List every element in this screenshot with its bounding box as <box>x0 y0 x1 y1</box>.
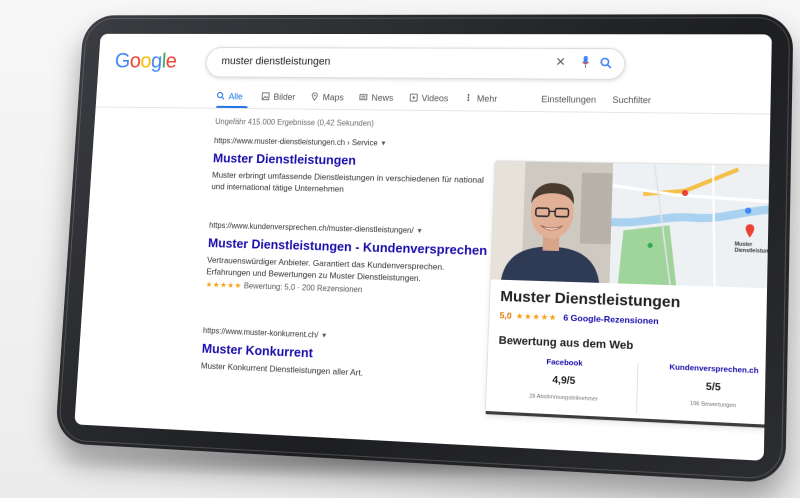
result-snippet: Muster erbringt umfassende Dienstleistun… <box>211 169 485 195</box>
tab-news[interactable]: News <box>359 92 394 103</box>
web-rating-score: 5/5 <box>705 381 721 394</box>
logo-letter: G <box>114 48 131 73</box>
news-icon <box>359 93 368 102</box>
header-divider <box>95 106 771 115</box>
business-photo[interactable] <box>490 161 614 284</box>
panel-bottom-bar <box>485 410 772 430</box>
tabs-spacer <box>513 93 525 104</box>
result-url-text: https://www.muster-dienstleistungen.ch ›… <box>213 136 378 148</box>
web-ratings-heading: Bewertung aus dem Web <box>498 334 634 353</box>
product-photo: Google muster dienstleistungen × Alle Bi… <box>0 0 800 498</box>
tab-label: Videos <box>421 92 449 103</box>
tab-label: News <box>371 92 394 103</box>
search-result: https://www.muster-dienstleistungen.ch ›… <box>211 136 493 198</box>
search-icon <box>216 92 225 101</box>
tab-maps[interactable]: Maps <box>310 91 344 102</box>
star-rating-icon: ★★★★★ <box>515 310 558 323</box>
search-box[interactable]: muster dienstleistungen × <box>204 47 626 80</box>
column-divider <box>636 362 639 414</box>
rating-value: 5,0 <box>499 310 512 321</box>
panel-title: Muster Dienstleistungen <box>500 287 681 312</box>
tab-mehr[interactable]: ⋮ Mehr <box>464 93 498 104</box>
panel-rating: 5,0 ★★★★★ 6 Google-Rezensionen <box>499 310 658 327</box>
search-result: https://www.kundenversprechen.ch/muster-… <box>205 221 489 298</box>
chevron-down-icon[interactable]: ▾ <box>417 226 421 235</box>
tab-label: Mehr <box>476 93 498 104</box>
search-icon[interactable] <box>600 57 613 69</box>
web-rating-kundenversprechen[interactable]: Kundenversprechen.ch 5/5 196 Bewertungen <box>644 361 772 411</box>
tab-alle[interactable]: Alle <box>216 91 246 102</box>
knowledge-panel: Muster Dienstleistungen Muster Dienstlei… <box>484 160 772 431</box>
web-rating-source: Facebook <box>546 357 583 368</box>
reviews-link[interactable]: 6 Google-Rezensionen <box>563 312 659 326</box>
tab-label: Maps <box>322 91 345 102</box>
tablet-frame: Google muster dienstleistungen × Alle Bi… <box>54 14 794 484</box>
web-rating-count: 28 Abstimmungsteilnehmer <box>529 393 598 403</box>
map-pin-icon <box>310 92 319 101</box>
tab-videos[interactable]: Videos <box>409 92 449 103</box>
result-stats: Ungefähr 415.000 Ergebnisse (0,42 Sekund… <box>214 117 375 128</box>
browser-screen: Google muster dienstleistungen × Alle Bi… <box>74 33 772 461</box>
settings-link[interactable]: Einstellungen <box>541 93 596 104</box>
more-icon: ⋮ <box>463 92 474 103</box>
chevron-down-icon[interactable]: ▾ <box>322 331 326 340</box>
tab-bilder[interactable]: Bilder <box>261 91 296 102</box>
map-graphic <box>609 163 772 290</box>
web-rating-score: 4,9/5 <box>552 374 576 388</box>
tab-label: Bilder <box>273 91 296 102</box>
search-result: https://www.muster-konkurrent.ch/▾ Muste… <box>201 326 486 384</box>
web-rating-source: Kundenversprechen.ch <box>669 362 759 376</box>
search-tabs: Alle Bilder Maps News Videos ⋮ Mehr Eins… <box>216 91 651 106</box>
web-rating-count: 196 Bewertungen <box>689 400 737 410</box>
clear-icon[interactable]: × <box>556 54 566 72</box>
rating-text: Bewertung: 5,0 · 200 Rezensionen <box>243 281 363 294</box>
tab-label: Alle <box>228 91 244 101</box>
microphone-icon[interactable] <box>581 55 589 68</box>
result-url-text: https://www.muster-konkurrent.ch/ <box>202 326 319 340</box>
search-input[interactable]: muster dienstleistungen <box>221 56 331 68</box>
image-icon <box>261 92 270 101</box>
result-title-link[interactable]: Muster Dienstleistungen <box>213 151 493 170</box>
result-url[interactable]: https://www.muster-dienstleistungen.ch ›… <box>214 136 493 149</box>
chevron-down-icon[interactable]: ▾ <box>381 139 385 148</box>
google-logo[interactable]: Google <box>114 49 177 74</box>
web-rating-facebook[interactable]: Facebook 4,9/5 28 Abstimmungsteilnehmer <box>496 355 632 404</box>
star-rating-icon: ★★★★★ <box>205 279 243 290</box>
location-map[interactable]: Muster Dienstleistungen <box>609 163 772 290</box>
logo-letter: e <box>165 48 178 73</box>
person-portrait <box>490 161 614 284</box>
search-filter-link[interactable]: Suchfilter <box>612 94 651 105</box>
video-icon <box>409 93 418 102</box>
map-marker-label: Muster Dienstleistungen <box>734 241 772 256</box>
result-url[interactable]: https://www.kundenversprechen.ch/muster-… <box>209 221 490 237</box>
result-url-text: https://www.kundenversprechen.ch/muster-… <box>208 220 414 236</box>
